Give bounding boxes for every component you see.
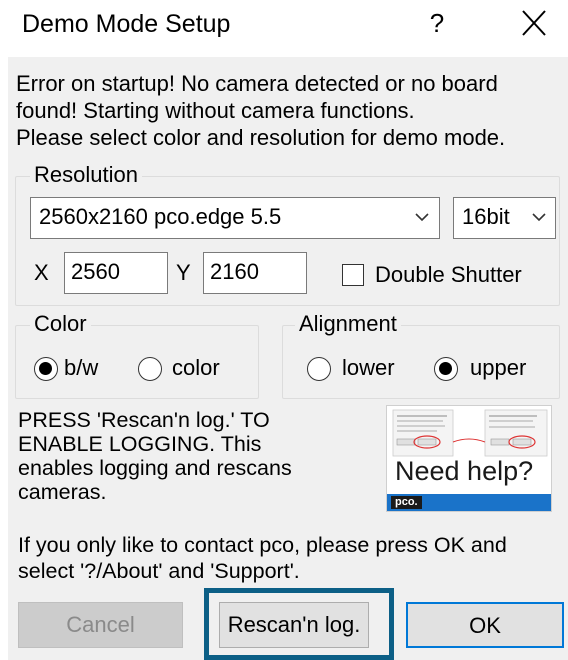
camera-resolution-select[interactable]: 2560x2160 pco.edge 5.5 bbox=[30, 197, 440, 239]
radio-lower[interactable] bbox=[307, 357, 331, 381]
rescan-instructions: PRESS 'Rescan'n log.' TO ENABLE LOGGING.… bbox=[18, 408, 368, 504]
pco-logo: pco. bbox=[391, 496, 422, 509]
instruction-line: cameras. bbox=[18, 480, 107, 504]
radio-upper[interactable] bbox=[434, 357, 458, 381]
window-title: Demo Mode Setup bbox=[22, 10, 231, 38]
radio-selected-dot bbox=[39, 362, 52, 375]
contact-instructions: If you only like to contact pco, please … bbox=[18, 532, 563, 584]
demo-mode-setup-dialog: Demo Mode Setup ? Error on startup! No c… bbox=[0, 0, 568, 660]
startup-error-message: Error on startup! No camera detected or … bbox=[16, 70, 561, 151]
title-bar: Demo Mode Setup ? bbox=[0, 0, 568, 48]
need-help-image[interactable]: Need help? pco. bbox=[386, 405, 552, 512]
y-resolution-input[interactable]: 2160 bbox=[203, 252, 307, 294]
radio-lower-label: lower bbox=[342, 355, 395, 380]
radio-selected-dot bbox=[439, 362, 452, 375]
radio-upper-label: upper bbox=[470, 355, 527, 380]
chevron-down-icon bbox=[532, 213, 546, 222]
cancel-button[interactable]: Cancel bbox=[18, 602, 183, 648]
instruction-line: enables logging and rescans bbox=[18, 456, 292, 480]
x-resolution-input[interactable]: 2560 bbox=[64, 252, 168, 294]
close-icon bbox=[522, 10, 546, 36]
message-line: Error on startup! No camera detected or … bbox=[16, 71, 498, 96]
bit-depth-select[interactable]: 16bit bbox=[453, 197, 556, 239]
radio-bw[interactable] bbox=[34, 357, 58, 381]
alignment-group-label: Alignment bbox=[295, 310, 401, 338]
resolution-group-label: Resolution bbox=[30, 161, 142, 189]
instruction-line: ENABLE LOGGING. This bbox=[18, 432, 262, 456]
message-line: Please select color and resolution for d… bbox=[16, 125, 506, 150]
radio-color-label: color bbox=[172, 355, 220, 380]
radio-bw-label: b/w bbox=[64, 355, 99, 380]
close-button[interactable] bbox=[514, 4, 554, 42]
chevron-down-icon bbox=[415, 213, 429, 222]
help-button[interactable]: ? bbox=[418, 4, 456, 42]
x-label: X bbox=[34, 260, 49, 285]
rescan-log-button[interactable]: Rescan'n log. bbox=[219, 602, 369, 648]
double-shutter-checkbox[interactable] bbox=[342, 264, 364, 286]
bit-depth-value: 16bit bbox=[462, 204, 510, 229]
ok-button[interactable]: OK bbox=[406, 602, 564, 648]
instruction-line: PRESS 'Rescan'n log.' TO bbox=[18, 408, 270, 432]
camera-resolution-value: 2560x2160 pco.edge 5.5 bbox=[39, 204, 282, 229]
radio-color[interactable] bbox=[138, 357, 162, 381]
double-shutter-label: Double Shutter bbox=[375, 262, 522, 287]
contact-line: select '?/About' and 'Support'. bbox=[18, 559, 300, 583]
need-help-caption: Need help? bbox=[395, 456, 534, 486]
message-line: found! Starting without camera functions… bbox=[16, 98, 415, 123]
color-group-label: Color bbox=[30, 310, 91, 338]
y-label: Y bbox=[176, 260, 191, 285]
contact-line: If you only like to contact pco, please … bbox=[18, 533, 507, 557]
